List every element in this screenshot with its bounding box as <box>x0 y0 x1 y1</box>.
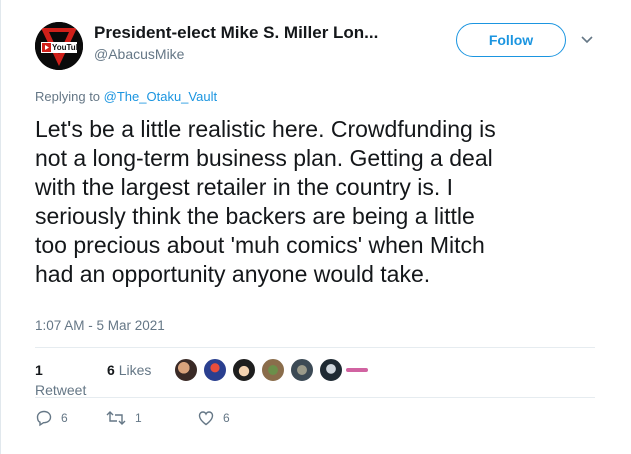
tweet-line: had an opportunity anyone would take. <box>35 261 431 287</box>
likes-stat[interactable]: 6 Likes <box>107 362 151 378</box>
follow-button[interactable]: Follow <box>456 23 566 57</box>
liker-avatar[interactable] <box>290 358 314 382</box>
liker-avatar[interactable] <box>174 358 198 382</box>
chevron-down-icon[interactable] <box>580 33 594 47</box>
tweet-line: seriously think the backers are being a … <box>35 203 475 229</box>
like-count: 6 <box>223 411 230 425</box>
tweet-line: with the largest retailer in the country… <box>35 174 454 200</box>
tweet-line: too precious about 'muh comics' when Mit… <box>35 232 485 258</box>
retweet-icon <box>106 411 126 425</box>
heart-icon <box>198 411 214 426</box>
retweet-stat[interactable]: 1 Retweet <box>35 362 86 399</box>
liker-avatar[interactable] <box>319 358 343 382</box>
divider <box>35 347 595 348</box>
reply-action[interactable]: 6 <box>35 409 68 427</box>
likes-count: 6 <box>107 362 115 378</box>
tweet-timestamp[interactable]: 1:07 AM - 5 Mar 2021 <box>35 318 165 333</box>
replying-to-prefix: Replying to <box>35 89 101 104</box>
liker-logo-icon <box>346 368 368 372</box>
tweet-text: Let's be a little realistic here. Crowdf… <box>35 115 605 289</box>
reply-icon <box>36 410 52 427</box>
liker-avatar[interactable] <box>261 358 285 382</box>
replying-to: Replying to @The_Otaku_Vault <box>35 89 217 104</box>
reply-count: 6 <box>61 411 68 425</box>
likes-label: Likes <box>118 362 152 378</box>
liker-avatar[interactable] <box>232 358 256 382</box>
reply-target-link[interactable]: @The_Otaku_Vault <box>104 89 217 104</box>
left-border <box>0 0 1 454</box>
author-avatar[interactable]: YouTube <box>35 22 83 70</box>
retweet-action[interactable]: 1 <box>105 409 142 427</box>
divider <box>35 397 595 398</box>
author-handle[interactable]: @AbacusMike <box>94 46 184 62</box>
like-action[interactable]: 6 <box>197 409 230 427</box>
tweet-line: Let's be a little realistic here. Crowdf… <box>35 116 496 142</box>
liker-avatar[interactable] <box>344 358 370 382</box>
retweet-action-count: 1 <box>135 411 142 425</box>
author-name[interactable]: President-elect Mike S. Miller Lon... <box>94 23 378 43</box>
retweet-count: 1 <box>35 362 43 378</box>
liker-avatar[interactable] <box>203 358 227 382</box>
tweet-line: not a long-term business plan. Getting a… <box>35 145 493 171</box>
youtube-badge-text: YouTube <box>52 43 83 52</box>
